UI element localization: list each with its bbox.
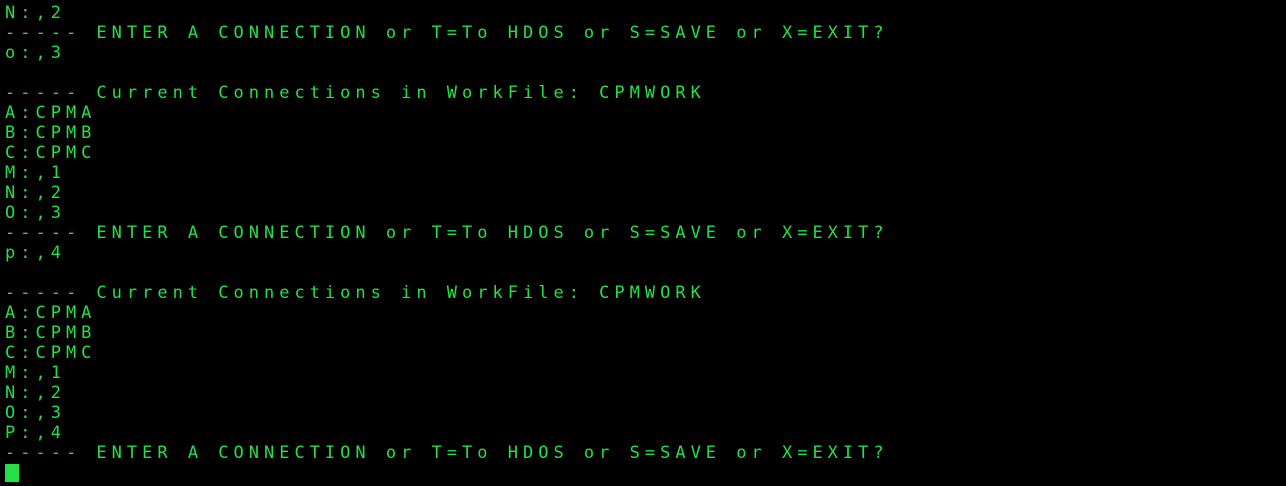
connection-entry: C:CPMC [5,143,97,163]
connection-entry: C:CPMC [5,343,97,363]
connection-entry: P:,4 [5,423,66,443]
terminal-line: N:,2 [5,3,66,23]
connection-entry: A:CPMA [5,303,97,323]
connection-entry: N:,2 [5,383,66,403]
terminal-header-line: ----- Current Connections in WorkFile: C… [5,83,706,103]
terminal-prompt-line: ----- ENTER A CONNECTION or T=To HDOS or… [5,443,889,463]
terminal-window[interactable]: N:,2 ----- ENTER A CONNECTION or T=To HD… [0,0,1286,486]
terminal-prompt-line: ----- ENTER A CONNECTION or T=To HDOS or… [5,223,889,243]
connection-entry: M:,1 [5,163,66,183]
connection-entry: B:CPMB [5,123,97,143]
connection-entry: M:,1 [5,363,66,383]
connection-entry: A:CPMA [5,103,97,123]
terminal-input-line: o:,3 [5,43,66,63]
terminal-cursor-line[interactable] [5,463,1286,483]
connection-entry: O:,3 [5,403,66,423]
terminal-input-line: p:,4 [5,243,66,263]
connection-entry: N:,2 [5,183,66,203]
terminal-header-line: ----- Current Connections in WorkFile: C… [5,283,706,303]
connection-entry: B:CPMB [5,323,97,343]
block-cursor[interactable] [5,464,19,482]
connection-entry: O:,3 [5,203,66,223]
terminal-prompt-line: ----- ENTER A CONNECTION or T=To HDOS or… [5,23,889,43]
